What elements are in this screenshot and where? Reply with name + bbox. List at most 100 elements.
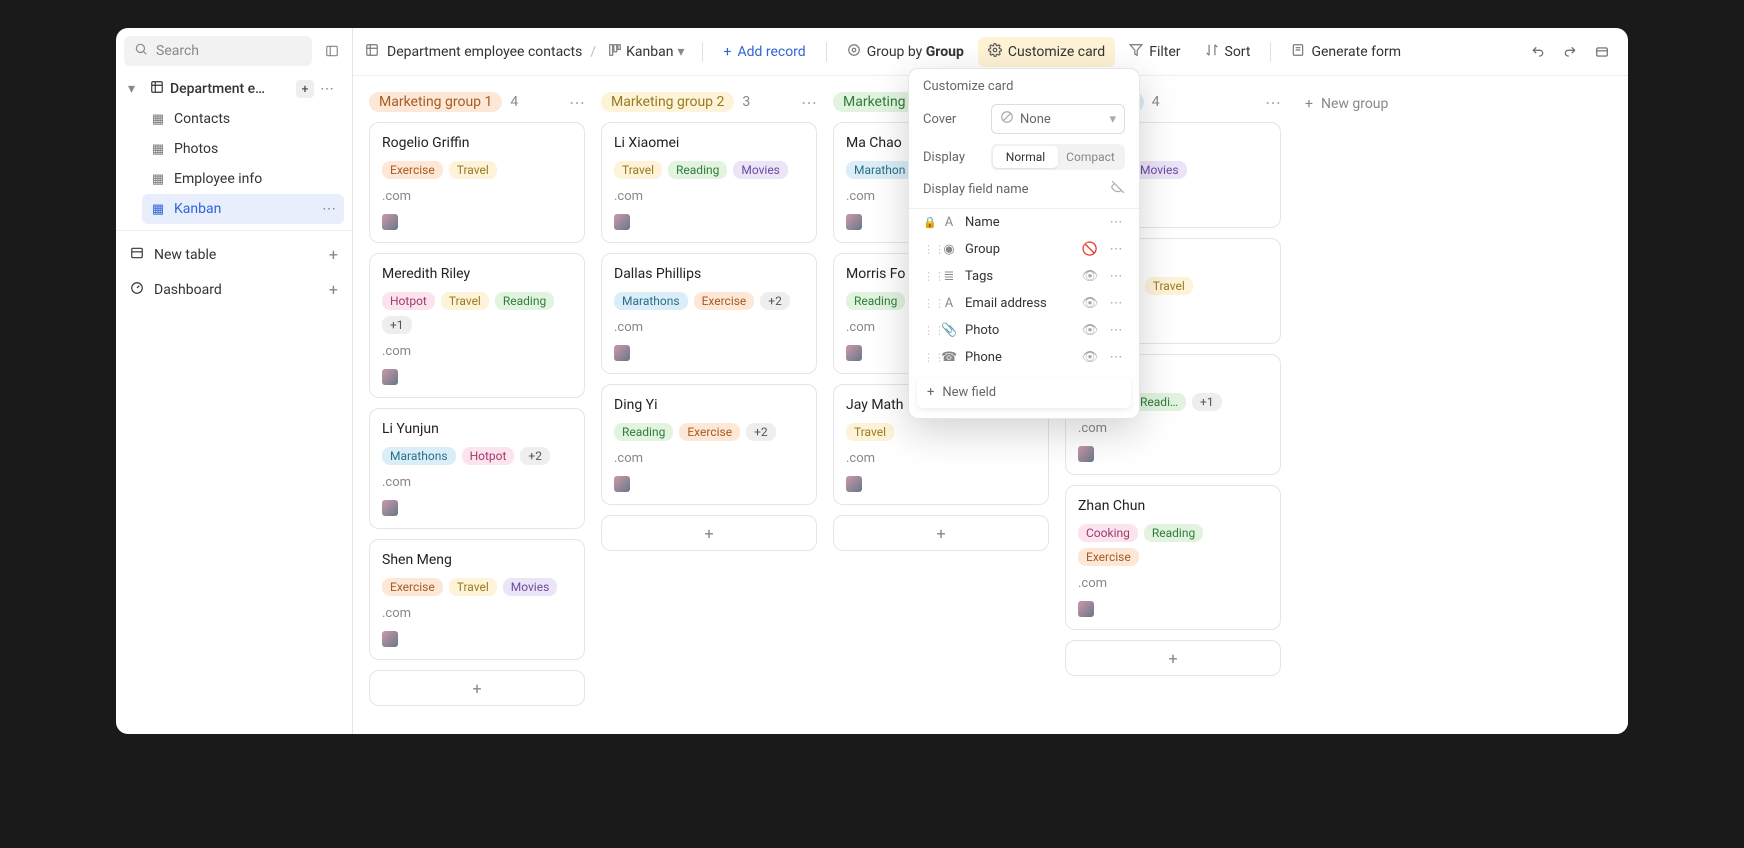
tag: Exercise: [1078, 548, 1139, 566]
add-view-button[interactable]: +: [296, 80, 314, 98]
sidebar-view-photos[interactable]: ▦Photos: [142, 134, 344, 164]
chevron-down-icon: ▾: [1109, 112, 1116, 127]
card-email: .com: [1078, 576, 1268, 591]
drag-handle[interactable]: ⋮⋮: [923, 243, 933, 256]
view-label: Kanban: [174, 201, 221, 217]
sort-button[interactable]: Sort: [1195, 37, 1261, 67]
eye-icon[interactable]: 👁: [1081, 296, 1099, 311]
column-title[interactable]: Marketing group 2: [601, 92, 734, 112]
field-type-icon: A: [941, 296, 957, 311]
view-more-button[interactable]: ⋯: [322, 201, 336, 217]
eye-icon[interactable]: 👁: [1081, 350, 1099, 365]
undo-button[interactable]: [1524, 38, 1552, 66]
breadcrumb-root[interactable]: Department employee contacts: [387, 44, 582, 60]
generate-form-button[interactable]: Generate form: [1281, 37, 1411, 67]
sidebar-view-employee-info[interactable]: ▦Employee info: [142, 164, 344, 194]
card-name: Meredith Riley: [382, 266, 572, 282]
field-row-group[interactable]: ⋮⋮◉Group🚫⋯: [909, 236, 1139, 263]
cover-select[interactable]: None ▾: [991, 104, 1125, 134]
kanban-card[interactable]: Meredith RileyHotpotTravelReading+1.com: [369, 253, 585, 398]
kanban-card[interactable]: Li YunjunMarathonsHotpot+2.com: [369, 408, 585, 529]
column-more-button[interactable]: ⋯: [569, 93, 585, 112]
new-group-label: New group: [1321, 96, 1388, 112]
card-tags: ReadingExercise+2: [614, 423, 804, 441]
database-tree-item[interactable]: ▾ Department e… + ⋯: [124, 74, 344, 104]
drag-handle[interactable]: ⋮⋮: [923, 351, 933, 364]
display-compact-option[interactable]: Compact: [1058, 146, 1123, 168]
kanban-card[interactable]: Li XiaomeiTravelReadingMovies.com: [601, 122, 817, 243]
field-more-button[interactable]: ⋯: [1107, 323, 1125, 338]
kanban-card[interactable]: Ding YiReadingExercise+2.com: [601, 384, 817, 505]
add-card-button[interactable]: +: [369, 670, 585, 706]
drag-handle[interactable]: ⋮⋮: [923, 297, 933, 310]
dashboard-button[interactable]: Dashboard +: [124, 272, 344, 307]
display-normal-option[interactable]: Normal: [993, 146, 1058, 168]
column-more-button[interactable]: ⋯: [801, 93, 817, 112]
add-card-button[interactable]: +: [833, 515, 1049, 551]
display-segment[interactable]: Normal Compact: [991, 144, 1125, 170]
field-more-button[interactable]: ⋯: [1107, 296, 1125, 311]
kanban-card[interactable]: Zhan ChunCookingReadingExercise.com: [1065, 485, 1281, 630]
more-button[interactable]: [1588, 38, 1616, 66]
sidebar-view-kanban[interactable]: ▦Kanban⋯: [142, 194, 344, 224]
chevron-down-icon: ▾: [677, 44, 684, 60]
display-label: Display: [923, 150, 981, 165]
field-name: Photo: [965, 323, 1073, 338]
eye-slash-icon[interactable]: [1111, 180, 1125, 198]
gear-icon: [988, 43, 1002, 61]
eye-icon[interactable]: 👁: [1081, 323, 1099, 338]
database-more-button[interactable]: ⋯: [320, 81, 340, 97]
cover-value: None: [1020, 112, 1051, 127]
sort-label: Sort: [1225, 44, 1251, 60]
search-icon: [134, 42, 148, 60]
new-field-label: New field: [942, 385, 996, 400]
add-record-button[interactable]: + Add record: [713, 38, 815, 66]
redo-button[interactable]: [1556, 38, 1584, 66]
card-tags: MarathonsHotpot+2: [382, 447, 572, 465]
kanban-card[interactable]: Dallas PhillipsMarathonsExercise+2.com: [601, 253, 817, 374]
eye-slash-icon[interactable]: 🚫: [1081, 242, 1099, 257]
column-title[interactable]: Marketing: [833, 92, 916, 112]
drag-handle[interactable]: ⋮⋮: [923, 324, 933, 337]
new-table-label: New table: [154, 247, 216, 263]
field-row-photo[interactable]: ⋮⋮📎Photo👁⋯: [909, 317, 1139, 344]
new-group-button[interactable]: +New group: [1297, 92, 1396, 116]
filter-button[interactable]: Filter: [1119, 37, 1190, 67]
field-name: Tags: [965, 269, 1073, 284]
field-more-button[interactable]: ⋯: [1107, 215, 1125, 230]
kanban-card[interactable]: Shen MengExerciseTravelMovies.com: [369, 539, 585, 660]
search-input[interactable]: Search: [124, 36, 312, 66]
field-row-tags[interactable]: ⋮⋮≣Tags👁⋯: [909, 263, 1139, 290]
field-more-button[interactable]: ⋯: [1107, 242, 1125, 257]
field-more-button[interactable]: ⋯: [1107, 350, 1125, 365]
field-row-email-address[interactable]: ⋮⋮AEmail address👁⋯: [909, 290, 1139, 317]
avatar: [614, 345, 630, 361]
sidebar-view-contacts[interactable]: ▦Contacts: [142, 104, 344, 134]
add-card-button[interactable]: +: [1065, 640, 1281, 676]
eye-icon[interactable]: 👁: [1081, 269, 1099, 284]
search-placeholder: Search: [156, 43, 199, 59]
new-field-button[interactable]: + New field: [917, 377, 1131, 408]
group-by-button[interactable]: Group by Group: [837, 37, 974, 67]
field-row-name[interactable]: 🔒AName⋯: [909, 209, 1139, 236]
field-more-button[interactable]: ⋯: [1107, 269, 1125, 284]
dashboard-label: Dashboard: [154, 282, 222, 298]
plus-icon: +: [723, 44, 731, 60]
kanban-card[interactable]: Rogelio GriffinExerciseTravel.com: [369, 122, 585, 243]
customize-card-button[interactable]: Customize card: [978, 37, 1115, 67]
grid-icon: ▦: [150, 171, 166, 187]
collapse-sidebar-button[interactable]: [320, 39, 344, 63]
view-name: Kanban: [626, 44, 673, 60]
field-row-phone[interactable]: ⋮⋮☎Phone👁⋯: [909, 344, 1139, 371]
breadcrumb: Department employee contacts /: [365, 43, 596, 61]
card-email: .com: [1078, 421, 1268, 436]
column-title[interactable]: Marketing group 1: [369, 92, 502, 112]
tag: Reading: [668, 161, 727, 179]
card-tags: TravelReadingMovies: [614, 161, 804, 179]
view-switcher[interactable]: Kanban ▾: [600, 37, 692, 67]
new-table-button[interactable]: New table +: [124, 237, 344, 272]
drag-handle[interactable]: ⋮⋮: [923, 270, 933, 283]
table-icon: [130, 246, 144, 264]
column-more-button[interactable]: ⋯: [1265, 93, 1281, 112]
add-card-button[interactable]: +: [601, 515, 817, 551]
